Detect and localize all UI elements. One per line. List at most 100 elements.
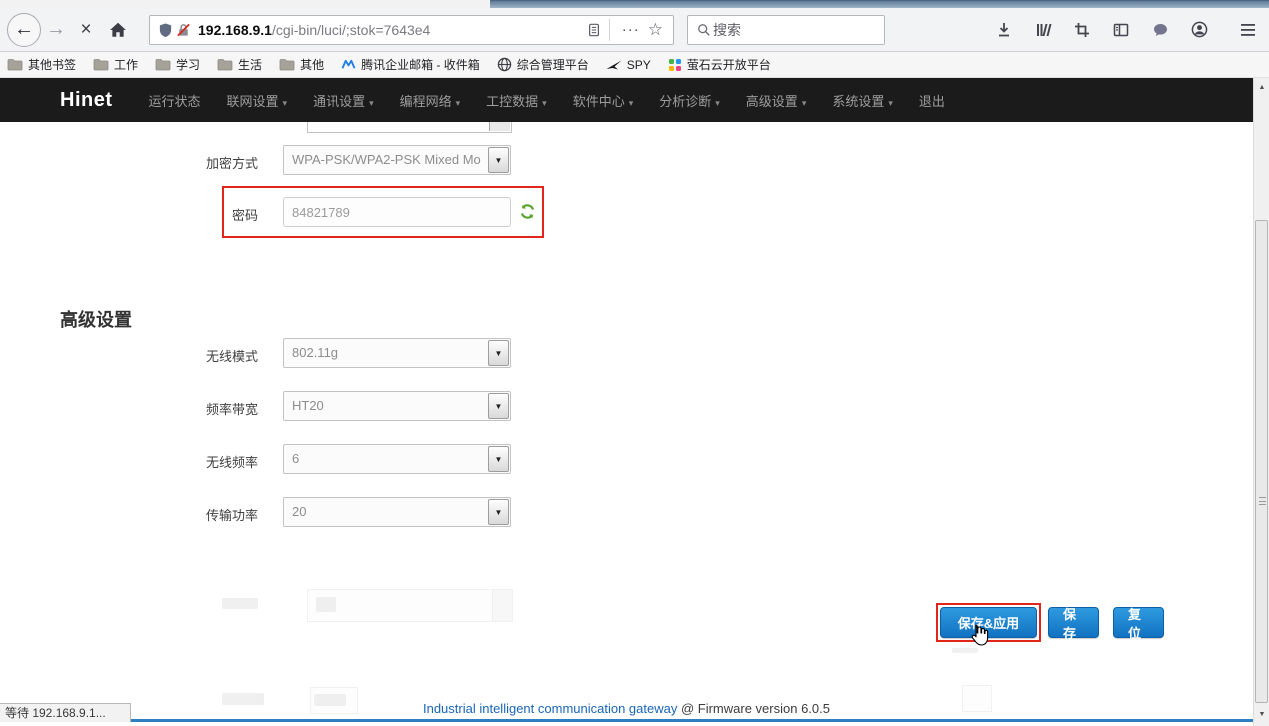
sidebar-icon[interactable]	[1112, 21, 1130, 39]
nav-item-comm-settings[interactable]: 通讯设置▾	[313, 91, 374, 110]
page-footer: Industrial intelligent communication gat…	[0, 701, 1253, 716]
tracking-shield-icon[interactable]	[156, 21, 174, 39]
scrollbar-thumb[interactable]	[1255, 220, 1268, 703]
wireless-mode-label: 无线模式	[138, 346, 258, 365]
scroll-up-icon[interactable]: ▲	[1254, 80, 1269, 95]
chevron-down-icon: ▾	[629, 98, 634, 108]
nav-item-advanced-settings[interactable]: 高级设置▾	[746, 91, 807, 110]
bookmark-folder-work[interactable]: 工作	[93, 56, 138, 73]
bookmark-folder-life[interactable]: 生活	[217, 56, 262, 73]
insecure-lock-icon[interactable]	[174, 21, 192, 39]
active-tab-edge	[0, 0, 490, 8]
select-arrow-icon[interactable]: ▼	[488, 499, 509, 525]
urlbar-divider	[609, 19, 610, 41]
bookmark-tencent-exmail[interactable]: 腾讯企业邮箱 - 收件箱	[341, 56, 480, 73]
tencent-exmail-icon	[341, 58, 356, 71]
bookmark-label: 生活	[238, 56, 262, 73]
nav-item-industrial-data[interactable]: 工控数据▾	[486, 91, 547, 110]
screenshot-icon[interactable]	[1073, 21, 1091, 39]
nav-item-logout[interactable]: 退出	[919, 91, 945, 110]
firmware-version-text: @ Firmware version 6.0.5	[681, 701, 830, 716]
tx-power-select[interactable]: 20 ▼	[283, 497, 511, 527]
advanced-settings-heading: 高级设置	[60, 306, 132, 332]
channel-label: 无线频率	[138, 452, 258, 471]
password-input[interactable]	[283, 197, 511, 227]
channel-value: 6	[284, 445, 510, 473]
bookmark-label: 其他	[300, 56, 324, 73]
nav-item-network-settings[interactable]: 联网设置▾	[227, 91, 288, 110]
account-icon[interactable]	[1190, 21, 1208, 39]
bookmark-label: 学习	[176, 56, 200, 73]
bookmark-label: 其他书签	[28, 56, 76, 73]
nav-item-programming-network[interactable]: 编程网络▾	[400, 91, 461, 110]
generate-password-icon[interactable]	[519, 203, 536, 225]
mouse-cursor	[966, 622, 990, 648]
bookmark-folder-other-bookmarks[interactable]: 其他书签	[7, 56, 76, 73]
password-label: 密码	[138, 205, 258, 224]
chevron-down-icon: ▾	[802, 98, 807, 108]
bookmark-ezviz-platform[interactable]: 萤石云开放平台	[668, 56, 771, 73]
nav-item-system-settings[interactable]: 系统设置▾	[832, 91, 893, 110]
search-box[interactable]	[687, 15, 885, 45]
globe-icon	[497, 57, 512, 72]
wireless-mode-select[interactable]: 802.11g ▼	[283, 338, 511, 368]
titlebar-strip	[490, 0, 1269, 8]
spy-icon	[606, 59, 622, 71]
chevron-down-icon: ▾	[542, 98, 547, 108]
channel-select[interactable]: 6 ▼	[283, 444, 511, 474]
bookmark-label: 综合管理平台	[517, 56, 589, 73]
home-button[interactable]	[101, 21, 135, 39]
bandwidth-label: 频率带宽	[138, 399, 258, 418]
select-arrow-icon[interactable]: ▼	[488, 393, 509, 419]
back-button[interactable]: ←	[7, 13, 41, 47]
url-path: /cgi-bin/luci/;stok=7643e4	[272, 22, 430, 38]
browser-window: ← → × 192.168.9.1/cgi-bin/luci/;stok=764…	[0, 0, 1269, 726]
download-icon[interactable]	[995, 21, 1013, 39]
wireless-mode-value: 802.11g	[284, 339, 510, 367]
site-logo[interactable]: Hinet	[60, 89, 113, 112]
chevron-down-icon: ▾	[888, 98, 893, 108]
folder-icon	[93, 58, 109, 71]
save-button[interactable]: 保存	[1048, 607, 1099, 638]
encryption-label: 加密方式	[138, 153, 258, 172]
bookmark-folder-study[interactable]: 学习	[155, 56, 200, 73]
bookmark-star-icon[interactable]: ☆	[646, 20, 667, 40]
home-icon	[109, 21, 127, 39]
select-arrow-icon[interactable]: ▼	[488, 340, 509, 366]
select-arrow-icon[interactable]: ▼	[488, 446, 509, 472]
search-input[interactable]	[713, 22, 863, 38]
bookmark-label: 萤石云开放平台	[687, 56, 771, 73]
bookmark-spy[interactable]: SPY	[606, 58, 651, 72]
chevron-down-icon: ▾	[369, 98, 374, 108]
url-bar[interactable]: 192.168.9.1/cgi-bin/luci/;stok=7643e4 ··…	[149, 15, 674, 45]
nav-item-diagnostics[interactable]: 分析诊断▾	[659, 91, 720, 110]
reader-mode-icon[interactable]	[585, 21, 603, 39]
bandwidth-select[interactable]: HT20 ▼	[283, 391, 511, 421]
reset-button[interactable]: 复位	[1113, 607, 1164, 638]
folder-icon	[7, 58, 23, 71]
vertical-scrollbar[interactable]: ▲ ▼	[1253, 78, 1269, 726]
browser-toolbar: ← → × 192.168.9.1/cgi-bin/luci/;stok=764…	[0, 8, 1269, 52]
encryption-value: WPA-PSK/WPA2-PSK Mixed Mo	[284, 146, 510, 174]
forward-button[interactable]: →	[41, 18, 71, 41]
bookmark-label: 工作	[114, 56, 138, 73]
page-actions-icon[interactable]: ···	[616, 21, 646, 38]
url-text[interactable]: 192.168.9.1/cgi-bin/luci/;stok=7643e4	[198, 22, 585, 38]
folder-icon	[217, 58, 233, 71]
bookmark-folder-misc[interactable]: 其他	[279, 56, 324, 73]
url-domain: 192.168.9.1	[198, 22, 272, 38]
chat-icon[interactable]	[1151, 21, 1169, 39]
tx-power-value: 20	[284, 498, 510, 526]
bookmark-management-platform[interactable]: 综合管理平台	[497, 56, 589, 73]
menu-icon[interactable]	[1239, 21, 1257, 39]
gateway-footer-link[interactable]: Industrial intelligent communication gat…	[423, 701, 677, 716]
scroll-down-icon[interactable]: ▼	[1254, 707, 1269, 722]
chevron-down-icon: ▾	[283, 98, 288, 108]
select-arrow-icon[interactable]: ▼	[488, 147, 509, 173]
nav-item-status[interactable]: 运行状态	[149, 91, 201, 110]
encryption-select[interactable]: WPA-PSK/WPA2-PSK Mixed Mo ▼	[283, 145, 511, 175]
site-menu: 运行状态 联网设置▾ 通讯设置▾ 编程网络▾ 工控数据▾ 软件中心▾ 分析诊断▾…	[149, 91, 945, 110]
nav-item-software-center[interactable]: 软件中心▾	[573, 91, 634, 110]
stop-button[interactable]: ×	[71, 19, 101, 41]
library-icon[interactable]	[1034, 21, 1052, 39]
